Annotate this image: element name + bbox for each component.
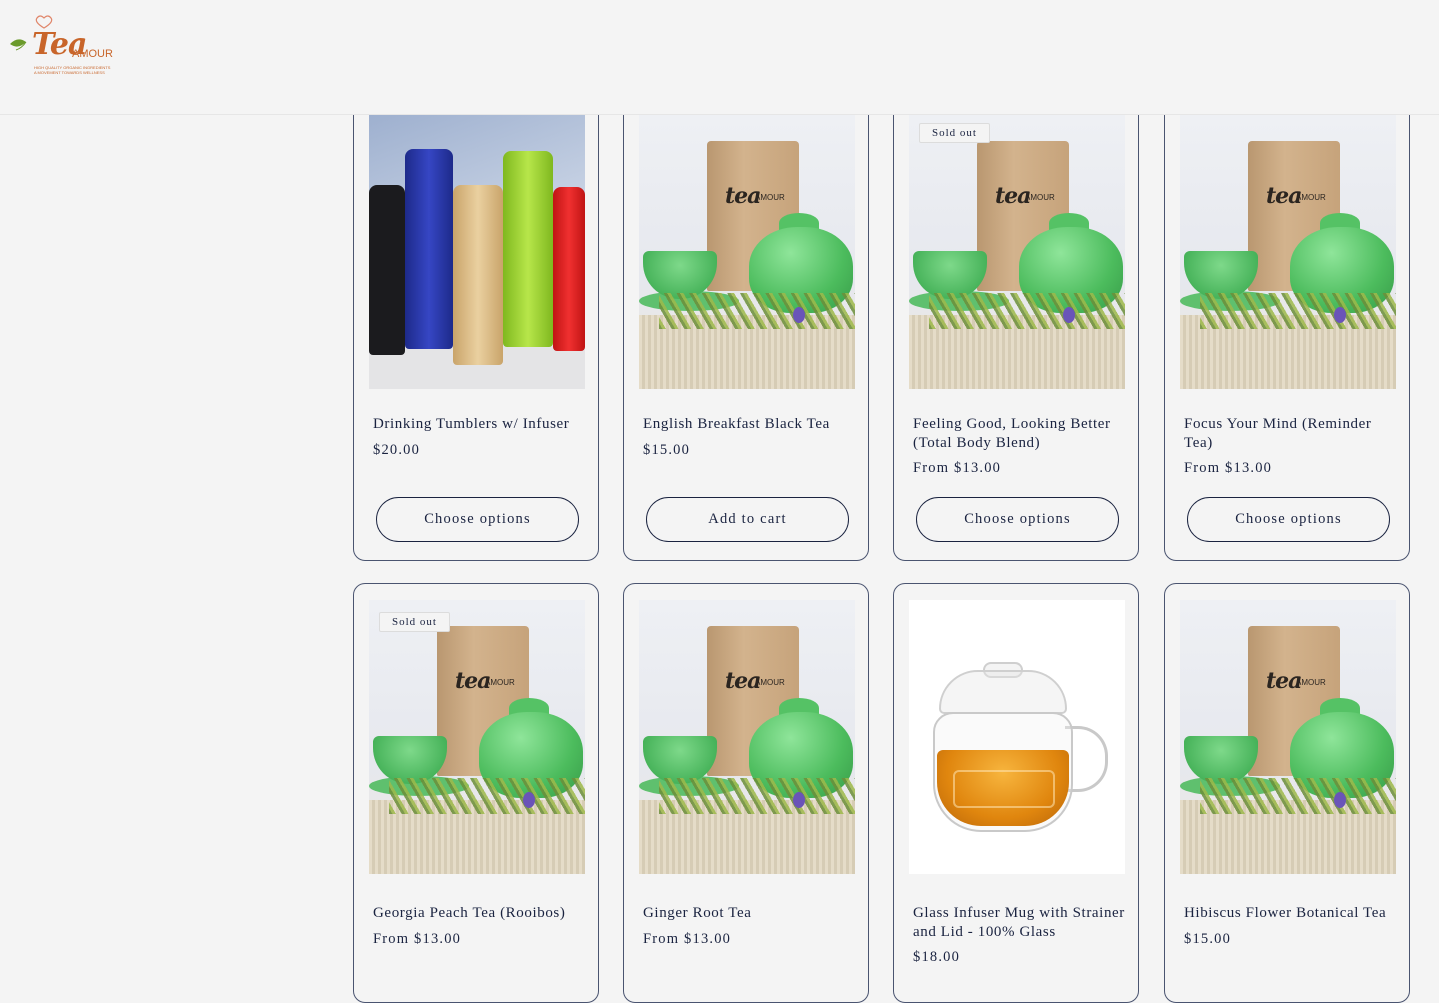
product-image[interactable]: tea AMOUR bbox=[639, 115, 855, 389]
product-title[interactable]: Drinking Tumblers w/ Infuser bbox=[373, 415, 587, 434]
product-price: From $13.00 bbox=[1184, 460, 1273, 476]
tumbler-black bbox=[369, 185, 405, 355]
product-price: $15.00 bbox=[1184, 931, 1232, 947]
product-price: From $13.00 bbox=[913, 460, 1002, 476]
product-card[interactable]: tea AMOUR Focus Your Mind (Reminder Tea) … bbox=[1164, 90, 1410, 561]
product-image[interactable] bbox=[909, 600, 1125, 874]
product-price: $20.00 bbox=[373, 442, 421, 458]
choose-options-button[interactable]: Choose options bbox=[916, 497, 1119, 542]
product-card[interactable]: tea AMOUR Sold out Georgia Peach Tea (Roo… bbox=[353, 583, 599, 1003]
tumbler-blue bbox=[405, 149, 453, 349]
add-to-cart-button[interactable]: Add to cart bbox=[646, 497, 849, 542]
product-title[interactable]: Georgia Peach Tea (Rooibos) bbox=[373, 904, 587, 923]
product-title[interactable]: Focus Your Mind (Reminder Tea) bbox=[1184, 415, 1398, 453]
product-image[interactable]: tea AMOUR Sold out bbox=[909, 115, 1125, 389]
product-card[interactable]: Drinking Tumblers w/ Infuser $20.00 Choo… bbox=[353, 90, 599, 561]
product-image[interactable]: tea AMOUR bbox=[1180, 600, 1396, 874]
product-title[interactable]: English Breakfast Black Tea bbox=[643, 415, 857, 434]
brand-logo[interactable]: Tea AMOUR HIGH QUALITY ORGANIC INGREDIEN… bbox=[8, 14, 124, 76]
product-price: From $13.00 bbox=[373, 931, 462, 947]
product-image[interactable]: tea AMOUR Sold out bbox=[369, 600, 585, 874]
logo-tagline-2: A MOVEMENT TOWARDS WELLNESS bbox=[34, 70, 105, 75]
product-card[interactable]: tea AMOUR Ginger Root Tea From $13.00 bbox=[623, 583, 869, 1003]
product-card[interactable]: tea AMOUR English Breakfast Black Tea $15… bbox=[623, 90, 869, 561]
tumbler-gold bbox=[453, 185, 503, 365]
product-title[interactable]: Ginger Root Tea bbox=[643, 904, 857, 923]
choose-options-button[interactable]: Choose options bbox=[1187, 497, 1390, 542]
product-card[interactable]: Glass Infuser Mug with Strainer and Lid … bbox=[893, 583, 1139, 1003]
product-card[interactable]: tea AMOUR Sold out Feeling Good, Looking … bbox=[893, 90, 1139, 561]
site-header: Tea AMOUR HIGH QUALITY ORGANIC INGREDIEN… bbox=[0, 0, 1439, 115]
sold-out-badge: Sold out bbox=[379, 612, 450, 632]
product-price: $15.00 bbox=[643, 442, 691, 458]
product-title[interactable]: Glass Infuser Mug with Strainer and Lid … bbox=[913, 904, 1127, 942]
tumbler-green bbox=[503, 151, 553, 347]
product-image[interactable] bbox=[369, 115, 585, 389]
product-card[interactable]: tea AMOUR Hibiscus Flower Botanical Tea $… bbox=[1164, 583, 1410, 1003]
product-image[interactable]: tea AMOUR bbox=[1180, 115, 1396, 389]
tumbler-red bbox=[553, 187, 585, 351]
mug-lid bbox=[939, 670, 1067, 714]
product-price: From $13.00 bbox=[643, 931, 732, 947]
logo-word-2: AMOUR bbox=[72, 48, 113, 60]
product-price: $18.00 bbox=[913, 949, 961, 965]
sold-out-badge: Sold out bbox=[919, 123, 990, 143]
product-title[interactable]: Feeling Good, Looking Better (Total Body… bbox=[913, 415, 1127, 453]
product-grid: Drinking Tumblers w/ Infuser $20.00 Choo… bbox=[0, 0, 1439, 1003]
product-title[interactable]: Hibiscus Flower Botanical Tea bbox=[1184, 904, 1398, 923]
choose-options-button[interactable]: Choose options bbox=[376, 497, 579, 542]
product-image[interactable]: tea AMOUR bbox=[639, 600, 855, 874]
